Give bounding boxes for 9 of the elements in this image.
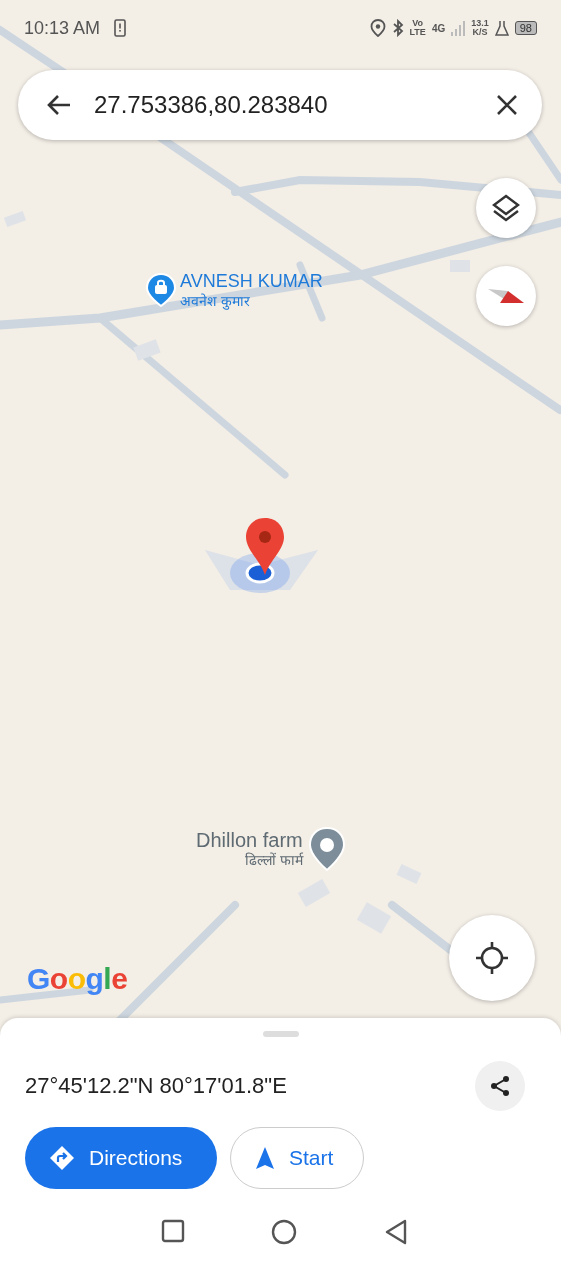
network-label: 4G — [431, 22, 446, 34]
volte-label: Vo — [412, 19, 424, 28]
coordinates-text: 27°45'12.2"N 80°17'01.8"E — [25, 1073, 287, 1099]
google-logo: Google — [27, 962, 128, 996]
battery-indicator: 98 — [514, 21, 537, 35]
volte-label: LTE — [409, 28, 426, 37]
speed-unit: K/S — [472, 28, 488, 37]
speed-value: 13.1 — [471, 19, 489, 28]
status-time: 10:13 AM — [24, 17, 101, 39]
